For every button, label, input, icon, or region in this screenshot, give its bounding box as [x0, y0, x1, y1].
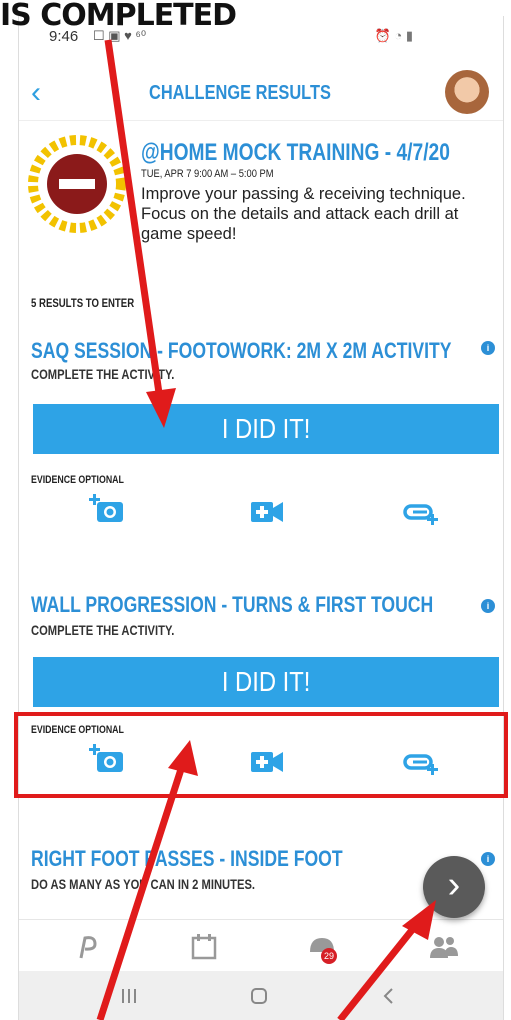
notification-badge: 29	[321, 948, 337, 964]
page-title: CHALLENGE RESULTS	[149, 82, 331, 104]
team-icon[interactable]	[429, 932, 459, 962]
add-photo-icon[interactable]	[89, 492, 129, 524]
info-icon[interactable]: i	[481, 341, 495, 355]
recent-apps-icon[interactable]	[119, 987, 139, 1005]
activity-subtitle: COMPLETE THE ACTIVITY.	[31, 622, 175, 638]
logo-icon[interactable]	[73, 932, 103, 962]
challenge-badge-icon	[28, 135, 126, 233]
phone-screen: 9:46 ☐ ▣ ♥ ⁶⁰ ⏰ ◔ ▮ ‹ CHALLENGE RESULTS …	[18, 16, 504, 1020]
add-photo-icon[interactable]	[89, 742, 129, 774]
activity-subtitle: COMPLETE THE ACTIVITY.	[31, 366, 175, 382]
add-video-icon[interactable]	[247, 496, 287, 528]
annotation-banner: IS COMPLETED	[0, 0, 237, 33]
evidence-label: EVIDENCE OPTIONAL	[31, 474, 124, 486]
activity-subtitle: DO AS MANY AS YOU CAN IN 2 MINUTES.	[31, 876, 256, 892]
avatar[interactable]	[445, 70, 489, 114]
activity-title: WALL PROGRESSION - TURNS & FIRST TOUCH	[31, 592, 434, 617]
activity-title: RIGHT FOOT PASSES - INSIDE FOOT	[31, 846, 343, 871]
challenge-date: TUE, APR 7 9:00 AM – 5:00 PM	[141, 168, 274, 180]
next-fab-button[interactable]: ›	[423, 856, 485, 918]
i-did-it-button[interactable]: I DID IT!	[33, 657, 499, 707]
add-link-icon[interactable]	[401, 496, 441, 528]
challenges-nav-item[interactable]: 29	[307, 932, 337, 964]
back-nav-icon[interactable]	[379, 986, 399, 1006]
add-video-icon[interactable]	[247, 746, 287, 778]
chevron-left-icon[interactable]: ‹	[31, 78, 41, 108]
status-right-icons: ⏰ ◔ ▮	[374, 28, 413, 43]
i-did-it-button[interactable]: I DID IT!	[33, 404, 499, 454]
app-header: ‹ CHALLENGE RESULTS	[19, 70, 503, 121]
info-icon[interactable]: i	[481, 852, 495, 866]
add-link-icon[interactable]	[401, 746, 441, 778]
home-icon[interactable]	[249, 986, 269, 1006]
evidence-label: EVIDENCE OPTIONAL	[31, 724, 124, 736]
challenge-title: @HOME MOCK TRAINING - 4/7/20	[141, 139, 450, 166]
calendar-icon[interactable]	[189, 932, 219, 962]
system-nav-bar	[19, 971, 503, 1020]
results-count: 5 RESULTS TO ENTER	[31, 296, 135, 310]
info-icon[interactable]: i	[481, 599, 495, 613]
bottom-nav: 29	[19, 919, 503, 972]
challenge-description: Improve your passing & receiving techniq…	[141, 185, 466, 243]
activity-title: SAQ SESSION - FOOTOWORK: 2M X 2M ACTIVIT…	[31, 338, 452, 363]
